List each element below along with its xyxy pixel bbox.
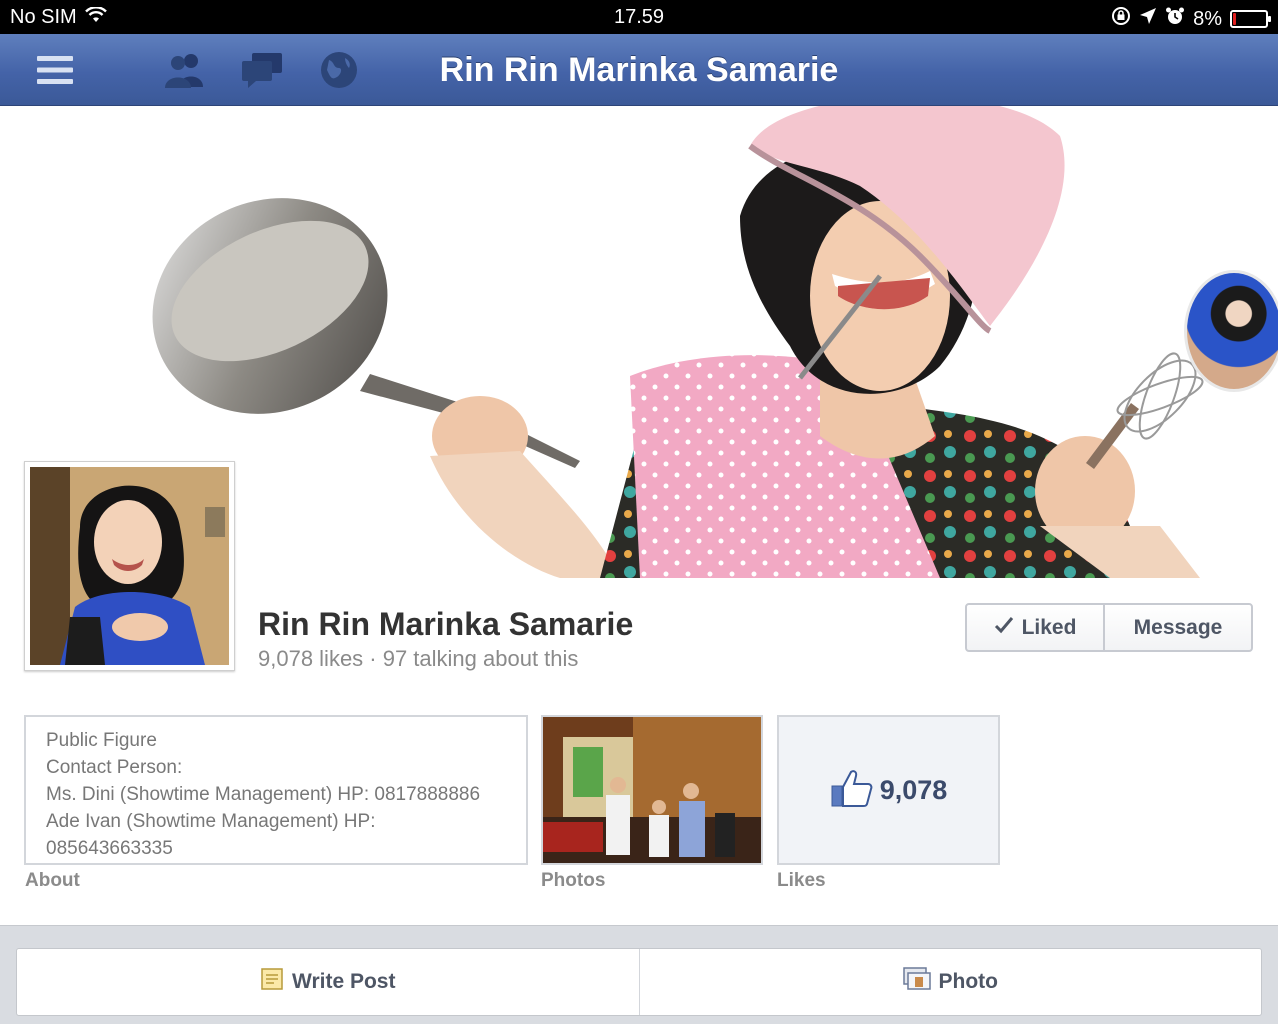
rotation-lock-icon xyxy=(1111,6,1131,32)
about-line: 085643663335 xyxy=(46,838,173,859)
about-line: Ade Ivan (Showtime Management) HP: xyxy=(46,811,376,832)
write-post-button[interactable]: Write Post xyxy=(17,949,639,1015)
message-button-label: Message xyxy=(1133,615,1223,639)
top-nav-bar: Rin Rin Marinka Samarie xyxy=(0,34,1278,106)
composer-bar: Write Post Photo xyxy=(0,925,1278,1024)
liked-button-label: Liked xyxy=(1021,615,1077,639)
about-line: Ms. Dini (Showtime Management) HP: 08178… xyxy=(46,784,481,805)
clock: 17.59 xyxy=(613,6,665,28)
profile-action-buttons: Liked Message xyxy=(965,603,1253,652)
photos-tile[interactable] xyxy=(541,715,763,865)
battery-icon xyxy=(1230,10,1271,28)
about-label[interactable]: About xyxy=(25,870,80,892)
status-bar: No SIM 17.59 8% xyxy=(0,0,1278,34)
profile-stats: 9,078 likes · 97 talking about this xyxy=(258,646,579,671)
liked-button[interactable]: Liked xyxy=(967,605,1105,650)
about-line: Contact Person: xyxy=(46,757,183,778)
thumbs-up-icon xyxy=(830,768,874,813)
likes-label[interactable]: Likes xyxy=(777,870,826,892)
battery-fill xyxy=(1233,13,1236,25)
write-post-icon xyxy=(260,967,284,997)
message-button[interactable]: Message xyxy=(1105,605,1251,650)
likes-tile[interactable]: 9,078 xyxy=(777,715,1000,865)
photos-label[interactable]: Photos xyxy=(541,870,605,892)
alarm-icon xyxy=(1165,6,1185,32)
profile-name: Rin Rin Marinka Samarie xyxy=(258,606,634,642)
profile-picture[interactable] xyxy=(24,461,235,671)
page-title: Rin Rin Marinka Samarie xyxy=(439,51,839,89)
checkmark-icon xyxy=(994,616,1014,640)
about-tile[interactable]: Public Figure Contact Person: Ms. Dini (… xyxy=(24,715,528,865)
photo-icon xyxy=(902,967,931,997)
photos-tile-image xyxy=(543,717,761,863)
write-post-label: Write Post xyxy=(292,970,396,993)
profile-photo-thumbnail[interactable] xyxy=(1184,270,1278,392)
likes-count: 9,078 xyxy=(879,774,948,805)
photo-label: Photo xyxy=(938,970,998,993)
profile-picture-image xyxy=(30,467,229,665)
location-icon xyxy=(1139,7,1157,31)
composer-actions: Write Post Photo xyxy=(16,948,1262,1016)
about-line: Public Figure xyxy=(46,730,157,751)
battery-percent: 8% xyxy=(1193,7,1222,30)
photo-button[interactable]: Photo xyxy=(638,949,1262,1015)
